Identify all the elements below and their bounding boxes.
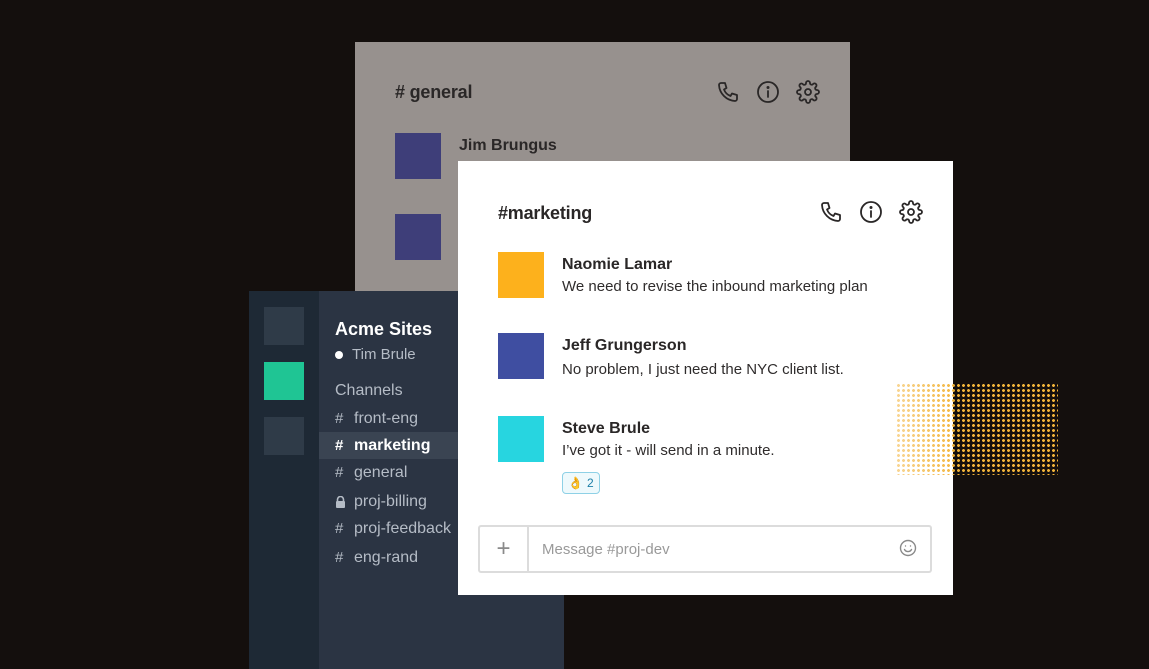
hash-icon: # <box>335 549 344 566</box>
avatar[interactable] <box>498 252 544 298</box>
add-attachment-button[interactable]: + <box>480 527 529 571</box>
message-author[interactable]: Steve Brule <box>562 420 650 438</box>
message-text: No problem, I just need the NYC client l… <box>562 361 844 378</box>
channels-heading: Channels <box>335 382 403 399</box>
halftone-decoration <box>896 383 1058 475</box>
phone-icon[interactable] <box>819 200 843 224</box>
workspace-tile-active[interactable] <box>264 362 304 400</box>
message-author: Jim Brungus <box>459 137 557 154</box>
channel-title: #marketing <box>498 203 593 223</box>
avatar[interactable] <box>498 416 544 462</box>
info-icon[interactable] <box>756 80 780 104</box>
message-input[interactable] <box>529 527 879 571</box>
current-user: Tim Brule <box>335 346 416 363</box>
channel-label: eng-rand <box>354 548 419 566</box>
message-author[interactable]: Naomie Lamar <box>562 256 672 274</box>
hash-icon: # <box>335 520 344 537</box>
info-icon[interactable] <box>859 200 883 224</box>
message-text: We need to revise the inbound marketing … <box>562 278 868 295</box>
front-chat-window: #marketing Naomie Lamar We need to revis… <box>458 161 953 595</box>
workspace-tile[interactable] <box>264 417 304 455</box>
gear-icon[interactable] <box>796 80 820 104</box>
avatar[interactable] <box>498 333 544 379</box>
header-actions <box>819 200 923 224</box>
workspace-rail <box>249 291 319 669</box>
back-header-actions <box>716 80 820 104</box>
stage: # general Jim Brungus Acme Sites Tim Bru… <box>0 0 1149 669</box>
channel-label: marketing <box>354 436 431 454</box>
reaction-count: 2 <box>586 476 594 490</box>
hash-icon: # <box>335 437 344 454</box>
channel-label: proj-billing <box>354 492 427 510</box>
channel-label: general <box>354 463 408 481</box>
avatar <box>395 214 441 260</box>
channel-label: proj-feedback <box>354 519 451 537</box>
workspace-name: Acme Sites <box>335 319 433 339</box>
hash-icon: # <box>335 410 344 427</box>
message-text: I’ve got it - will send in a minute. <box>562 442 775 459</box>
reaction-badge[interactable]: 👌 2 <box>562 472 600 494</box>
smiley-icon[interactable] <box>899 539 917 562</box>
channel-label: front-eng <box>354 409 419 427</box>
avatar <box>395 133 441 179</box>
hash-icon: # <box>335 464 344 481</box>
message-author[interactable]: Jeff Grungerson <box>562 337 686 355</box>
back-channel-title: # general <box>395 82 473 102</box>
presence-dot-icon <box>335 350 343 359</box>
gear-icon[interactable] <box>899 200 923 224</box>
ok-hand-icon: 👌 <box>568 476 583 490</box>
phone-icon[interactable] <box>716 80 740 104</box>
lock-icon <box>335 495 354 508</box>
user-name: Tim Brule <box>352 346 416 363</box>
message-composer: + <box>478 525 932 573</box>
workspace-tile[interactable] <box>264 307 304 345</box>
